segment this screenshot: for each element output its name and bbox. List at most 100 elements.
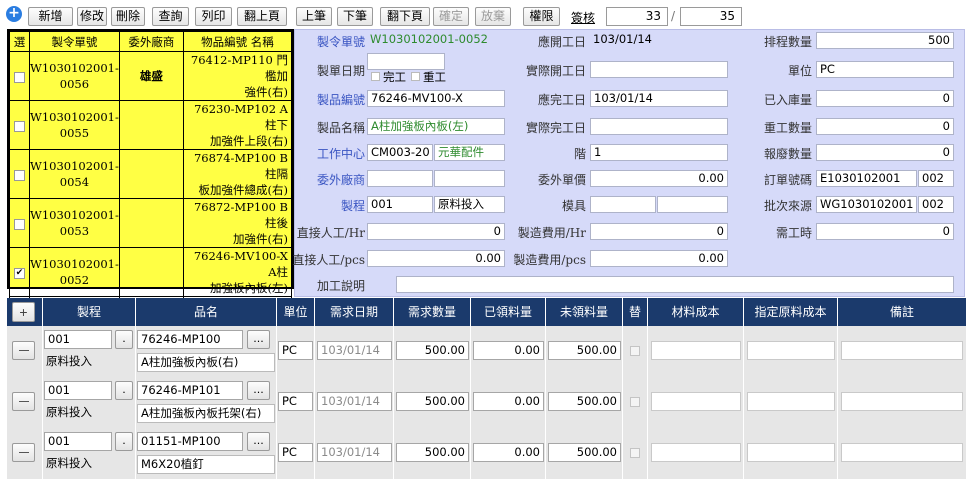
plan-finish-field[interactable]: 103/01/14 <box>590 90 728 107</box>
sales-seq-field[interactable]: 002 <box>918 170 954 187</box>
sales-no-field[interactable]: E1030102001 <box>816 170 917 187</box>
assigned-cost-input[interactable] <box>747 392 835 411</box>
unit-input[interactable]: PC <box>278 392 313 411</box>
list-item[interactable]: 76874-MP100 B柱隔 板加強件總成(右) <box>182 149 293 199</box>
list-row-checkbox-cell[interactable]: ✔ <box>9 247 30 297</box>
batch-seq-field[interactable]: 002 <box>918 196 954 213</box>
labor-hr-field[interactable]: 0 <box>367 223 505 240</box>
item-no-field[interactable]: 76246-MV100-X <box>367 90 505 107</box>
stage-field[interactable]: 1 <box>590 144 728 161</box>
query-button[interactable]: 查詢 <box>152 7 189 26</box>
unissued-qty-input[interactable]: 500.00 <box>548 443 621 462</box>
delete-row-button[interactable] <box>12 443 35 462</box>
batch-no-field[interactable]: WG1030102001 <box>816 196 917 213</box>
select-checkbox[interactable] <box>14 71 25 83</box>
item-name-field[interactable]: A柱加強板內板(左) <box>367 118 505 135</box>
mfg-hr-field[interactable]: 0 <box>590 223 728 240</box>
confirm-button[interactable]: 確定 <box>433 7 469 26</box>
out-price-field[interactable]: 0.00 <box>590 170 728 187</box>
delete-button[interactable]: 刪除 <box>111 7 145 26</box>
note-field[interactable] <box>396 276 954 293</box>
man-hour-field[interactable]: 0 <box>816 223 954 240</box>
list-row[interactable]: W1030102001- 0056 雄盛 76412-MP110 門檻加 強件(右) <box>9 51 293 101</box>
item-lookup-button[interactable]: ... <box>247 381 270 400</box>
rework-checkbox[interactable] <box>411 72 420 81</box>
rework-qty-field[interactable]: 0 <box>816 118 954 135</box>
add-record-icon[interactable]: + <box>6 6 22 22</box>
actual-start-field[interactable] <box>590 61 728 78</box>
page-up-button[interactable]: 翻上頁 <box>237 7 287 26</box>
work-center-code-field[interactable]: CM003-20 <box>367 144 433 161</box>
material-cost-input[interactable] <box>651 443 741 462</box>
list-item[interactable]: 76230-MP102 A柱下 加強件上段(右) <box>182 100 293 150</box>
req-qty-input[interactable]: 500.00 <box>396 392 469 411</box>
actual-finish-field[interactable] <box>590 118 728 135</box>
remark-input[interactable] <box>841 341 963 360</box>
list-row[interactable]: W1030102001- 0053 76872-MP100 B柱後 加強件(右) <box>9 198 293 248</box>
req-date-input[interactable]: 103/01/14 <box>317 443 392 462</box>
list-row-checkbox-cell[interactable] <box>9 198 30 248</box>
scrap-qty-field[interactable]: 0 <box>816 144 954 161</box>
list-row-checkbox-cell[interactable] <box>9 51 30 101</box>
list-row[interactable]: ✔ W1030102001- 0052 76246-MV100-X A柱 加強板內板(左… <box>9 247 293 297</box>
substitute-checkbox[interactable] <box>630 346 640 356</box>
item-code-input[interactable]: 76246-MP101 <box>137 381 243 400</box>
list-order-no[interactable]: W1030102001- 0052 <box>29 247 120 297</box>
list-order-no[interactable]: W1030102001- 0054 <box>29 149 120 199</box>
process-lookup-button[interactable]: . <box>115 381 133 400</box>
edit-button[interactable]: 修改 <box>77 7 107 26</box>
cancel-button[interactable]: 放棄 <box>475 7 511 26</box>
new-button[interactable]: 新增 <box>28 7 73 26</box>
list-row-checkbox-cell[interactable] <box>9 149 30 199</box>
remark-input[interactable] <box>841 392 963 411</box>
unissued-qty-input[interactable]: 500.00 <box>548 341 621 360</box>
select-checkbox[interactable] <box>14 169 25 181</box>
process-code-field[interactable]: 001 <box>367 196 433 213</box>
vendor-code-field[interactable] <box>367 170 433 187</box>
select-checkbox[interactable] <box>14 218 25 230</box>
process-code-input[interactable]: 001 <box>44 330 112 349</box>
list-row[interactable]: W1030102001- 0055 76230-MP102 A柱下 加強件上段(右) <box>9 100 293 150</box>
list-row[interactable]: W1030102001- 0054 76874-MP100 B柱隔 板加強件總成(右) <box>9 149 293 199</box>
item-lookup-button[interactable]: ... <box>247 330 270 349</box>
item-lookup-button[interactable]: ... <box>247 432 270 451</box>
select-checkbox[interactable] <box>14 120 25 132</box>
list-order-no[interactable]: W1030102001- 0053 <box>29 198 120 248</box>
assigned-cost-input[interactable] <box>747 341 835 360</box>
permission-button[interactable]: 權限 <box>523 7 560 26</box>
prev-record-button[interactable]: 上筆 <box>296 7 332 26</box>
item-code-input[interactable]: 01151-MP100 <box>137 432 243 451</box>
make-date-field[interactable] <box>367 53 445 70</box>
req-date-input[interactable]: 103/01/14 <box>317 341 392 360</box>
req-qty-input[interactable]: 500.00 <box>396 341 469 360</box>
unit-field[interactable]: PC <box>816 61 954 78</box>
substitute-checkbox[interactable] <box>630 448 640 458</box>
next-record-button[interactable]: 下筆 <box>337 7 373 26</box>
select-checkbox[interactable]: ✔ <box>14 267 25 279</box>
unissued-qty-input[interactable]: 500.00 <box>548 392 621 411</box>
req-date-input[interactable]: 103/01/14 <box>317 392 392 411</box>
list-order-no[interactable]: W1030102001- 0056 <box>29 51 120 101</box>
unit-input[interactable]: PC <box>278 443 313 462</box>
assigned-cost-input[interactable] <box>747 443 835 462</box>
issued-qty-input[interactable]: 0.00 <box>473 392 544 411</box>
sched-qty-field[interactable]: 500 <box>816 32 954 49</box>
list-item[interactable]: 76246-MV100-X A柱 加強板內板(左) <box>182 247 293 297</box>
material-cost-input[interactable] <box>651 341 741 360</box>
item-code-input[interactable]: 76246-MP100 <box>137 330 243 349</box>
labor-pcs-field[interactable]: 0.00 <box>367 250 505 267</box>
add-row-button[interactable]: + <box>12 302 35 322</box>
sign-off-link[interactable]: 簽核 <box>571 9 595 26</box>
done-checkbox[interactable] <box>371 72 380 81</box>
material-cost-input[interactable] <box>651 392 741 411</box>
list-item[interactable]: 76412-MP110 門檻加 強件(右) <box>182 51 293 101</box>
list-order-no[interactable]: W1030102001- 0055 <box>29 100 120 150</box>
delete-row-button[interactable] <box>12 341 35 360</box>
issued-qty-input[interactable]: 0.00 <box>473 341 544 360</box>
page-down-button[interactable]: 翻下頁 <box>380 7 430 26</box>
page-current-field[interactable]: 33 <box>606 7 668 26</box>
list-row-checkbox-cell[interactable] <box>9 100 30 150</box>
mold-code-field[interactable] <box>590 196 656 213</box>
unit-input[interactable]: PC <box>278 341 313 360</box>
process-lookup-button[interactable]: . <box>115 432 133 451</box>
